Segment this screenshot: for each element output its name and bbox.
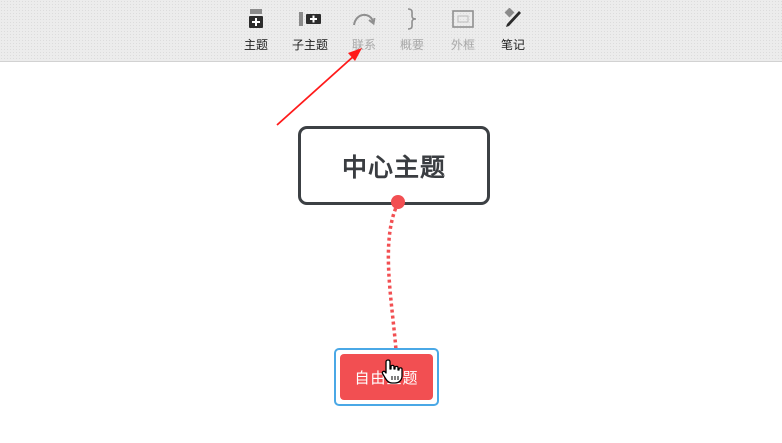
central-topic[interactable]: 中心主题 bbox=[298, 126, 490, 205]
relationship-line bbox=[386, 202, 400, 351]
central-topic-label: 中心主题 bbox=[341, 152, 446, 182]
annotation-arrow-line bbox=[276, 54, 356, 126]
hand-pointer-cursor-icon bbox=[381, 359, 403, 384]
